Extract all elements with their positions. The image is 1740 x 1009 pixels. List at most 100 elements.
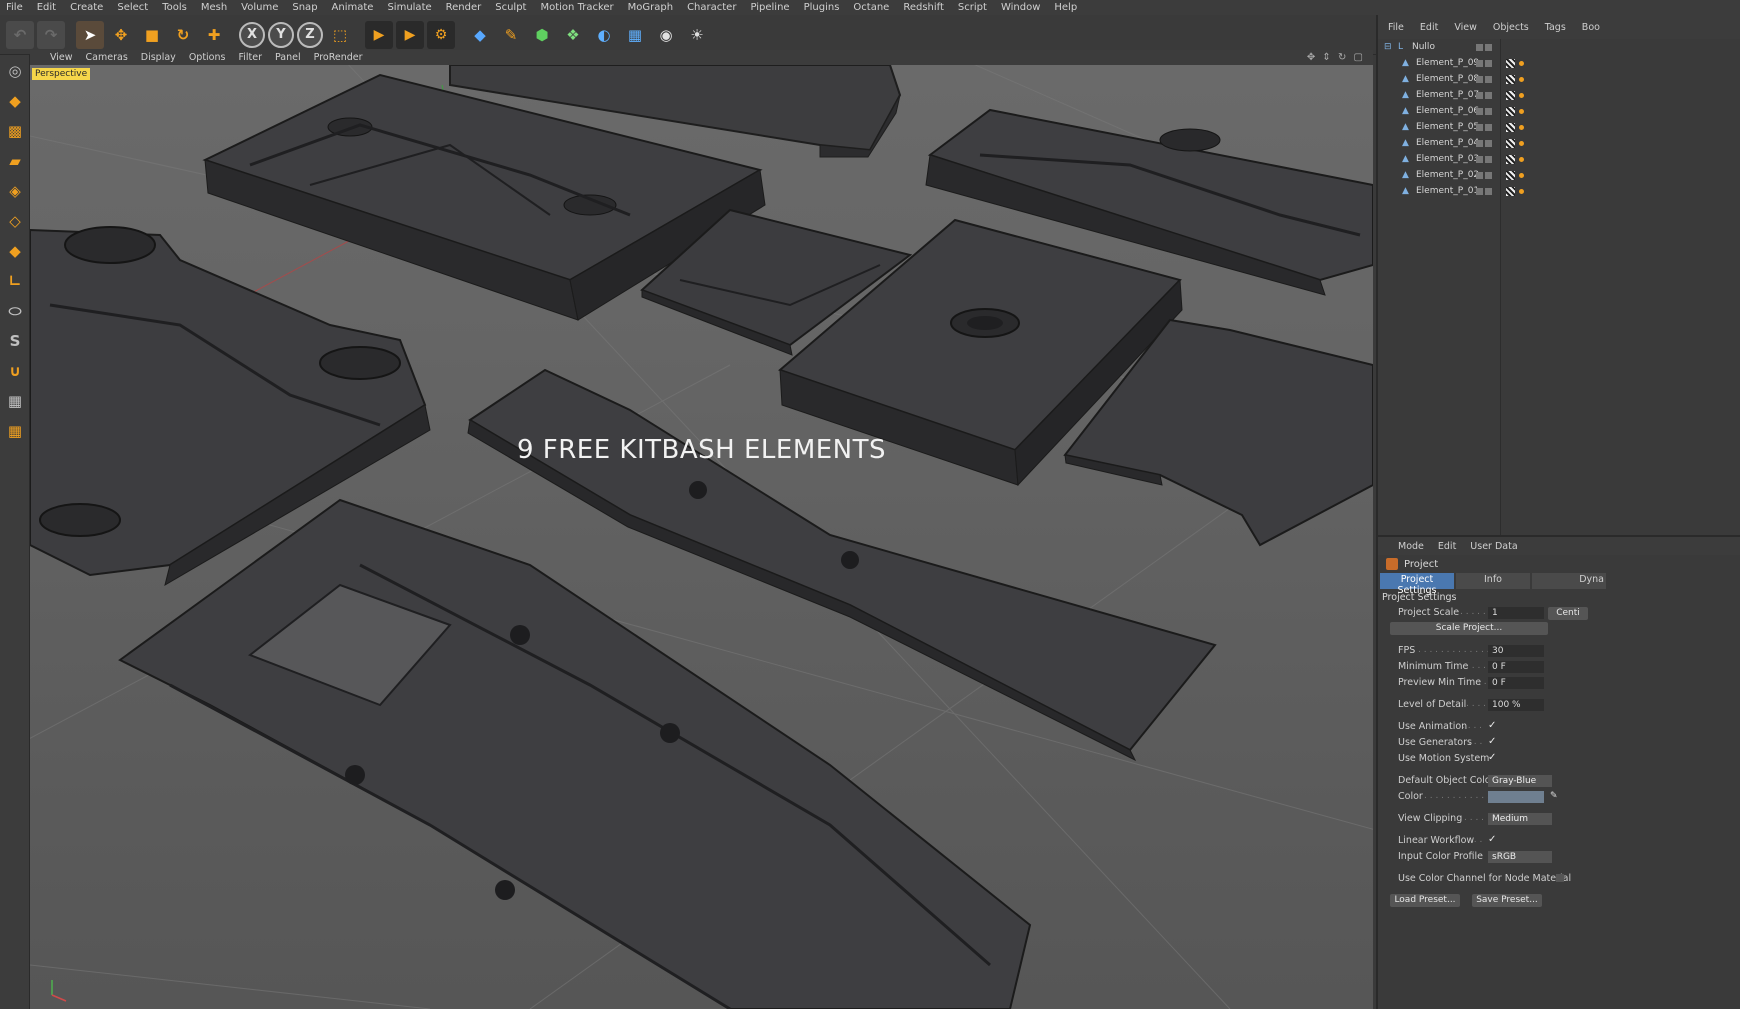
model-mode-icon[interactable]: ◆ [2,88,28,114]
material-tag-icon[interactable] [1519,156,1524,162]
phong-tag-icon[interactable] [1506,122,1515,132]
menu-create[interactable]: Create [70,2,103,13]
tree-row-element[interactable]: ▲ Element_P_07 [1378,87,1740,103]
tree-row-nullo[interactable]: ⊟ L Nullo [1378,39,1740,55]
tree-row-element[interactable]: ▲ Element_P_04 [1378,135,1740,151]
array-cloner-icon[interactable]: ❖ [559,21,587,49]
tree-row-element[interactable]: ▲ Element_P_02 [1378,167,1740,183]
menu-edit[interactable]: Edit [37,2,56,13]
axis-mode-icon[interactable]: ∟ [2,268,28,294]
menu-character[interactable]: Character [687,2,736,13]
default-object-color-dropdown[interactable]: Gray-Blue [1488,775,1552,787]
use-generators-checkbox[interactable]: ✓ [1488,736,1496,747]
collapse-icon[interactable]: ⊟ [1384,42,1394,52]
scale-unit-dropdown[interactable]: Centi [1548,607,1588,620]
material-tag-icon[interactable] [1519,172,1524,178]
viewport-menu-panel[interactable]: Panel [275,52,301,63]
material-tag-icon[interactable] [1519,60,1524,66]
move-tool-icon[interactable]: ✥ [107,21,135,49]
scale-project-button[interactable]: Scale Project... [1390,622,1548,635]
visibility-flags[interactable] [1476,75,1494,83]
linear-workflow-checkbox[interactable]: ✓ [1488,834,1496,845]
menu-plugins[interactable]: Plugins [804,2,840,13]
material-tag-icon[interactable] [1519,108,1524,114]
solo-icon[interactable]: S [2,328,28,354]
tree-row-element[interactable]: ▲ Element_P_06 [1378,103,1740,119]
phong-tag-icon[interactable] [1506,90,1515,100]
tree-row-element[interactable]: ▲ Element_P_09 [1378,55,1740,71]
subdivision-icon[interactable]: ⬢ [528,21,556,49]
phong-tag-icon[interactable] [1506,154,1515,164]
menu-motion-tracker[interactable]: Motion Tracker [540,2,613,13]
om-menu-view[interactable]: View [1454,22,1477,33]
eyedropper-icon[interactable]: ✎ [1550,791,1558,801]
om-menu-tags[interactable]: Tags [1545,22,1566,33]
floor-environment-icon[interactable]: ▦ [621,21,649,49]
material-tag-icon[interactable] [1519,92,1524,98]
3d-viewport[interactable]: Perspective 9 FREE KITBASH ELEMENTS [30,65,1373,1009]
pen-spline-icon[interactable]: ✎ [497,21,525,49]
viewport-navigation-icons[interactable]: ✥ ⇕ ↻ ▢ [1307,52,1365,63]
add-object-icon[interactable]: ✚ [200,21,228,49]
render-picture-viewer-icon[interactable]: ▶ [396,20,424,49]
menu-script[interactable]: Script [958,2,987,13]
viewport-menu-filter[interactable]: Filter [238,52,262,63]
menu-select[interactable]: Select [117,2,148,13]
texture-mode-icon[interactable]: ▩ [2,118,28,144]
save-preset-button[interactable]: Save Preset... [1472,894,1542,907]
tab-info[interactable]: Info [1456,573,1530,589]
menu-tools[interactable]: Tools [162,2,187,13]
undo-icon[interactable]: ↶ [6,20,34,49]
menu-help[interactable]: Help [1054,2,1077,13]
workplane-icon[interactable]: ▰ [2,148,28,174]
om-menu-bookmarks[interactable]: Boo [1582,22,1600,33]
rotate-tool-icon[interactable]: ↻ [169,21,197,49]
phong-tag-icon[interactable] [1506,138,1515,148]
menu-file[interactable]: File [6,2,23,13]
menu-volume[interactable]: Volume [241,2,278,13]
level-of-detail-input[interactable]: 100 % [1488,699,1544,711]
snap-magnet-icon[interactable]: ∪ [2,358,28,384]
deformer-icon[interactable]: ◐ [590,21,618,49]
x-axis-lock-button[interactable]: X [239,21,265,48]
use-animation-checkbox[interactable]: ✓ [1488,720,1496,731]
menu-sculpt[interactable]: Sculpt [495,2,526,13]
material-tag-icon[interactable] [1519,76,1524,82]
grid-snap-icon[interactable]: ▦ [2,388,28,414]
menu-snap[interactable]: Snap [292,2,317,13]
visibility-flags[interactable] [1476,59,1494,67]
use-motion-system-checkbox[interactable]: ✓ [1488,752,1496,763]
visibility-flags[interactable] [1476,107,1494,115]
material-tag-icon[interactable] [1519,124,1524,130]
y-axis-lock-button[interactable]: Y [268,21,294,48]
phong-tag-icon[interactable] [1506,170,1515,180]
color-swatch[interactable] [1488,791,1544,803]
am-menu-mode[interactable]: Mode [1398,541,1424,552]
menu-mograph[interactable]: MoGraph [628,2,673,13]
tree-row-element[interactable]: ▲ Element_P_03 [1378,151,1740,167]
viewport-menu-view[interactable]: View [50,52,73,63]
node-material-checkbox[interactable] [1556,874,1564,882]
light-bulb-icon[interactable]: ☀ [683,21,711,49]
material-tag-icon[interactable] [1519,140,1524,146]
render-settings-icon[interactable]: ⚙ [427,20,455,49]
menu-window[interactable]: Window [1001,2,1040,13]
visibility-flags[interactable] [1476,171,1494,179]
visibility-flags[interactable] [1476,155,1494,163]
fps-input[interactable]: 30 [1488,645,1544,657]
minimum-time-input[interactable]: 0 F [1488,661,1544,673]
visibility-flags[interactable] [1476,187,1494,195]
tab-project-settings[interactable]: Project Settings [1380,573,1454,596]
view-clipping-dropdown[interactable]: Medium [1488,813,1552,825]
menu-simulate[interactable]: Simulate [387,2,431,13]
am-menu-user-data[interactable]: User Data [1470,541,1517,552]
make-editable-icon[interactable]: ◎ [2,58,28,84]
phong-tag-icon[interactable] [1506,106,1515,116]
select-arrow-icon[interactable]: ➤ [76,20,104,49]
render-view-icon[interactable]: ▶ [365,20,393,49]
scale-tool-icon[interactable]: ■ [138,21,166,49]
tweak-mode-icon[interactable]: ⬭ [2,298,28,324]
coordinate-system-icon[interactable]: ⬚ [326,21,354,49]
preview-min-time-input[interactable]: 0 F [1488,677,1544,689]
cube-primitive-icon[interactable]: ◆ [466,21,494,49]
